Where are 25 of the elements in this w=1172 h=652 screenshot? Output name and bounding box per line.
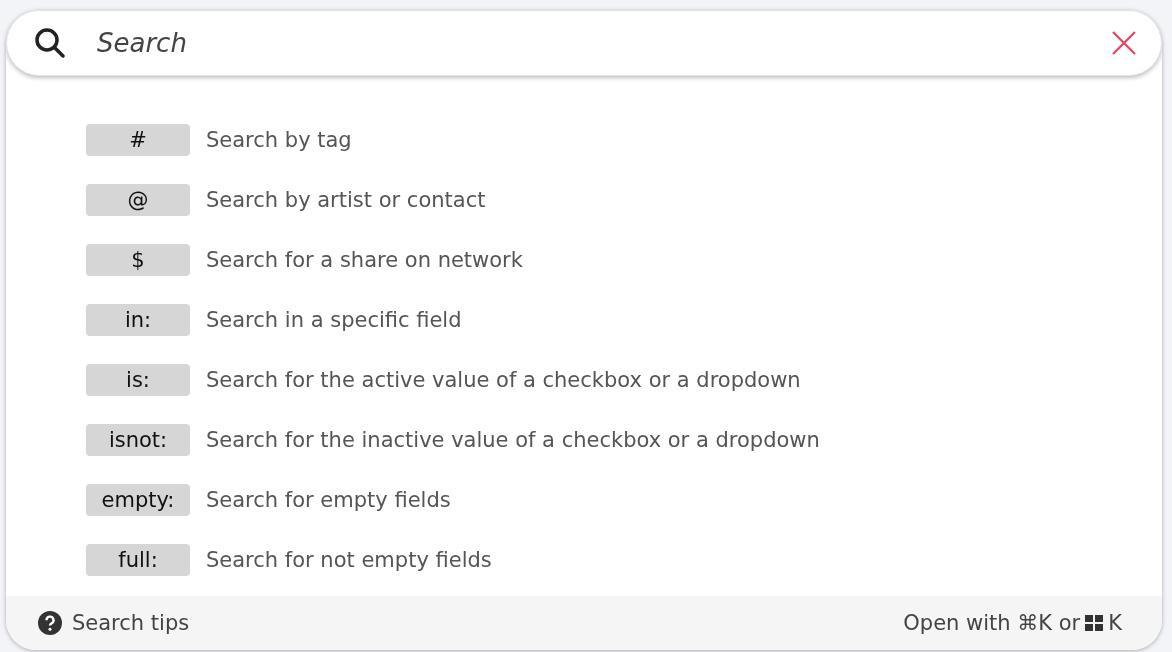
tip-description: Search for not empty fields [206, 548, 492, 572]
key-badge[interactable]: in: [86, 304, 190, 336]
tip-description: Search for empty fields [206, 488, 451, 512]
key-badge[interactable]: # [86, 124, 190, 156]
shortcut-hint: Open with ⌘K or [903, 611, 1081, 635]
key-badge[interactable]: is: [86, 364, 190, 396]
search-tips-link[interactable]: Search tips [38, 611, 190, 635]
search-field[interactable]: Search [97, 28, 1077, 58]
tip-description: Search by tag [206, 128, 352, 152]
close-icon [1111, 30, 1137, 56]
windows-key-icon [1085, 614, 1104, 632]
search-icon [33, 26, 67, 60]
key-badge[interactable]: full: [86, 544, 190, 576]
key-badge[interactable]: @ [86, 184, 190, 216]
tip-description: Search for the active value of a checkbox or a dropdown [206, 368, 801, 392]
shortcut-key: K [1108, 611, 1122, 635]
key-badge[interactable]: isnot: [86, 424, 190, 456]
tip-description: Search for the inactive value of a checkbox or a dropdown [206, 428, 820, 452]
tip-description: Search for a share on network [206, 248, 523, 272]
help-icon [38, 611, 62, 635]
key-badge[interactable]: empty: [86, 484, 190, 516]
tip-description: Search in a specific field [206, 308, 462, 332]
tip-description: Search by artist or contact [206, 188, 486, 212]
key-badge[interactable]: $ [86, 244, 190, 276]
search-bar[interactable]: Search [6, 10, 1162, 76]
